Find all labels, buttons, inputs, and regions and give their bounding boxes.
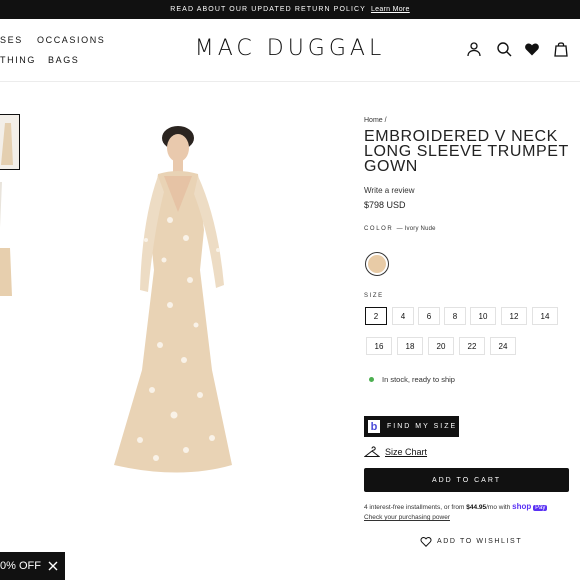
stock-dot-icon (369, 377, 374, 382)
brand-logo[interactable]: MAC DUGGAL (0, 36, 580, 61)
size-chart-link[interactable]: Size Chart (364, 446, 427, 458)
size-option-14[interactable]: 14 (532, 307, 558, 325)
size-option-2[interactable]: 2 (365, 307, 387, 325)
write-review-link[interactable]: Write a review (364, 186, 574, 195)
find-my-size-label: FIND MY SIZE (387, 423, 458, 430)
promo-text: 0% OFF (0, 560, 41, 572)
size-chart-label: Size Chart (385, 447, 428, 457)
title-line-1: EMBROIDERED V NECK (364, 128, 558, 145)
product-title: EMBROIDERED V NECK LONG SLEEVE TRUMPET G… (364, 128, 574, 175)
shoppay-text-pre: 4 interest-free installments, or from (364, 504, 467, 511)
size-option-8[interactable]: 8 (444, 307, 466, 325)
size-option-20[interactable]: 20 (428, 337, 454, 355)
size-option-22[interactable]: 22 (459, 337, 485, 355)
color-label: COLOR (364, 226, 394, 232)
shop-pay-logo: shop (512, 502, 532, 511)
thumbnail-1[interactable] (0, 114, 20, 170)
wishlist-heart-icon (420, 536, 432, 547)
breadcrumb[interactable]: Home / (364, 117, 574, 124)
search-icon[interactable] (496, 41, 512, 57)
add-to-cart-button[interactable]: ADD TO CART (364, 468, 569, 492)
thumbnail-2[interactable] (0, 178, 18, 232)
color-value: — Ivory Nude (396, 226, 436, 232)
product-info: Home / EMBROIDERED V NECK LONG SLEEVE TR… (364, 117, 574, 232)
close-icon[interactable] (48, 561, 58, 571)
shop-pay-installments: 4 interest-free installments, or from $4… (364, 502, 548, 522)
size-option-10[interactable]: 10 (470, 307, 496, 325)
stock-status: In stock, ready to ship (369, 375, 455, 384)
wishlist-label: ADD TO WISHLIST (437, 538, 523, 545)
find-my-size-button[interactable]: b FIND MY SIZE (364, 416, 459, 437)
announcement-text: READ ABOUT OUR UPDATED RETURN POLICY (170, 6, 366, 13)
color-swatch-ivory-nude[interactable] (365, 252, 389, 276)
user-icon[interactable] (466, 41, 482, 57)
size-option-6[interactable]: 6 (418, 307, 440, 325)
announcement-bar: READ ABOUT OUR UPDATED RETURN POLICY Lea… (0, 0, 580, 19)
check-purchasing-power-link[interactable]: Check your purchasing power (364, 514, 450, 521)
size-option-4[interactable]: 4 (392, 307, 414, 325)
heart-icon[interactable] (524, 41, 540, 57)
size-option-16[interactable]: 16 (366, 337, 392, 355)
stock-text: In stock, ready to ship (382, 375, 455, 384)
title-line-2: LONG SLEEVE TRUMPET (364, 143, 569, 160)
color-label-row: COLOR — Ivory Nude (364, 226, 574, 232)
thumbnail-3[interactable] (0, 244, 18, 298)
bag-icon[interactable] (553, 41, 569, 57)
size-option-18[interactable]: 18 (397, 337, 423, 355)
site-header: SES OCCASIONS THING BAGS MAC DUGGAL (0, 19, 580, 82)
size-option-24[interactable]: 24 (490, 337, 516, 355)
learn-more-link[interactable]: Learn More (371, 6, 410, 13)
promo-banner[interactable]: 0% OFF (0, 552, 65, 580)
find-my-size-logo-icon: b (368, 420, 380, 433)
product-price: $798 USD (364, 200, 406, 210)
shoppay-amount: $44.95 (466, 504, 487, 511)
hanger-icon (364, 446, 380, 457)
size-label: SIZE (364, 293, 384, 299)
title-line-3: GOWN (364, 158, 418, 175)
add-to-wishlist-button[interactable]: ADD TO WISHLIST (420, 536, 522, 547)
shoppay-text-post: /mo with (486, 504, 513, 511)
shop-pay-badge: Pay (533, 505, 548, 511)
size-option-12[interactable]: 12 (501, 307, 527, 325)
product-image[interactable] (100, 120, 260, 490)
